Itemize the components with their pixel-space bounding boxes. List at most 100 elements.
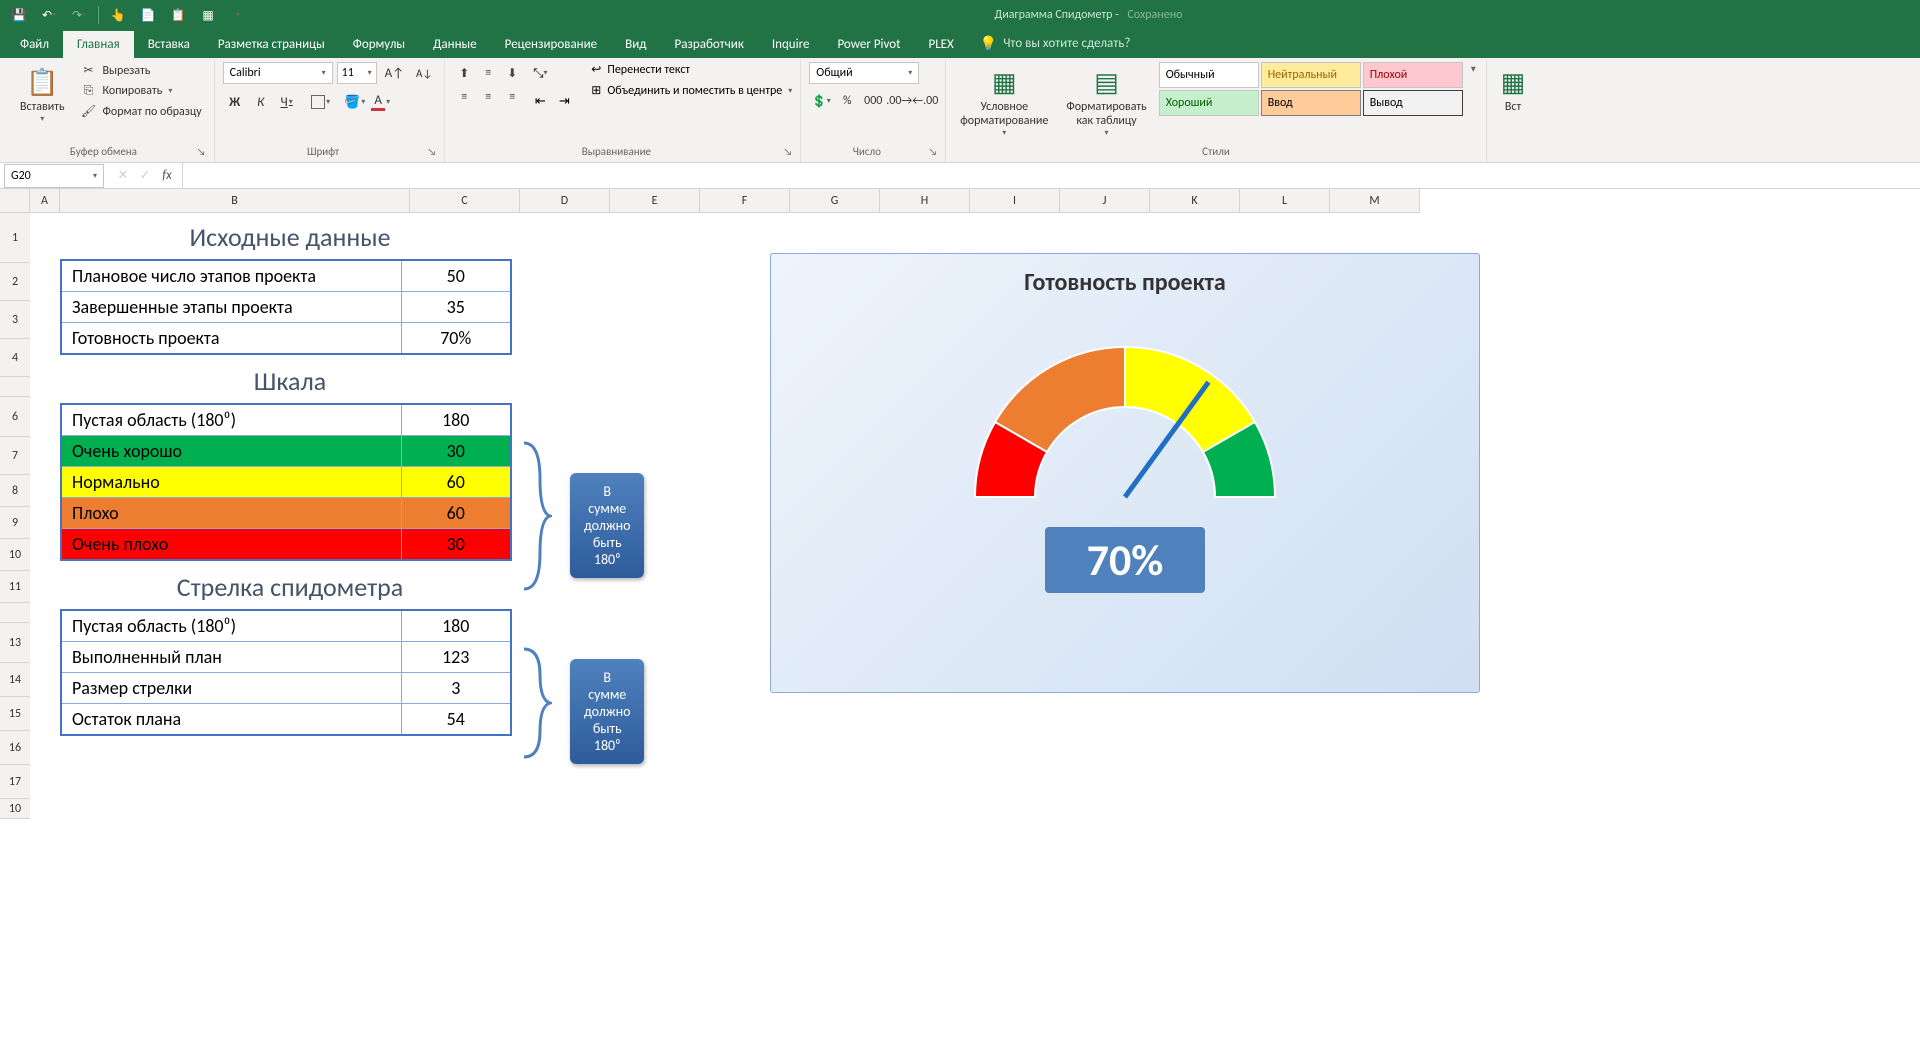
name-box[interactable]: G20▾ <box>4 164 104 188</box>
row-header[interactable] <box>0 377 30 397</box>
dialog-launcher-icon[interactable]: ↘ <box>427 145 436 158</box>
font-size-combo[interactable]: 11▾ <box>337 62 377 84</box>
tab-home[interactable]: Главная <box>63 31 134 58</box>
qat-icon2[interactable]: 📋 <box>165 2 191 28</box>
worksheet[interactable]: A B C D E F G H I J K L M 12346789101113… <box>0 189 1920 1040</box>
col-header[interactable]: I <box>970 189 1060 213</box>
row-header[interactable]: 1 <box>0 213 30 263</box>
row-header[interactable]: 17 <box>0 765 30 799</box>
formula-input[interactable] <box>183 164 1920 188</box>
align-center-icon[interactable]: ≡ <box>477 86 499 108</box>
gauge-chart[interactable]: Готовность проекта 70% <box>770 253 1480 693</box>
row-header[interactable]: 10 <box>0 539 30 571</box>
font-name-combo[interactable]: Calibri▾ <box>223 62 333 84</box>
style-neutral[interactable]: Нейтральный <box>1261 62 1361 88</box>
qat-icon[interactable]: 📄 <box>135 2 161 28</box>
insert-cells-partial[interactable]: ▦ Вст <box>1495 62 1532 118</box>
align-top-icon[interactable]: ⬆ <box>453 62 475 84</box>
tab-inquire[interactable]: Inquire <box>758 31 824 58</box>
tab-plex[interactable]: PLEX <box>914 31 967 58</box>
format-painter-button[interactable]: 🖌Формат по образцу <box>77 103 206 120</box>
tab-file[interactable]: Файл <box>6 31 63 58</box>
comma-format-icon[interactable]: 000 <box>861 90 885 112</box>
font-color-button[interactable]: A▾ <box>369 90 393 114</box>
tab-developer[interactable]: Разработчик <box>660 31 757 58</box>
col-header[interactable]: D <box>520 189 610 213</box>
tab-insert[interactable]: Вставка <box>134 31 204 58</box>
row-header[interactable]: 10 <box>0 799 30 819</box>
copy-button[interactable]: ⎘Копировать ▾ <box>77 83 206 99</box>
row-header[interactable]: 14 <box>0 663 30 697</box>
cell-styles-gallery[interactable]: Обычный Нейтральный Плохой Хороший Ввод … <box>1159 62 1463 116</box>
orientation-icon[interactable]: ⤡▾ <box>529 62 551 84</box>
style-good[interactable]: Хороший <box>1159 90 1259 116</box>
row-header[interactable]: 2 <box>0 263 30 301</box>
undo-icon[interactable]: ↶▾ <box>36 2 62 28</box>
row-header[interactable]: 6 <box>0 397 30 437</box>
increase-font-icon[interactable]: A↑ <box>381 64 408 83</box>
row-header[interactable]: 15 <box>0 697 30 731</box>
col-header[interactable]: H <box>880 189 970 213</box>
col-header[interactable]: F <box>700 189 790 213</box>
align-left-icon[interactable]: ≡ <box>453 86 475 108</box>
select-all-corner[interactable] <box>0 189 30 213</box>
style-normal[interactable]: Обычный <box>1159 62 1259 88</box>
style-bad[interactable]: Плохой <box>1363 62 1463 88</box>
col-header[interactable]: M <box>1330 189 1420 213</box>
row-header[interactable]: 13 <box>0 623 30 663</box>
align-middle-icon[interactable]: ≡ <box>477 62 499 84</box>
decrease-font-icon[interactable]: A↓ <box>412 65 436 82</box>
increase-indent-icon[interactable]: ⇥ <box>553 90 575 112</box>
col-header[interactable]: K <box>1150 189 1240 213</box>
col-header[interactable]: G <box>790 189 880 213</box>
tab-data[interactable]: Данные <box>419 31 491 58</box>
row-header[interactable]: 4 <box>0 339 30 377</box>
row-header[interactable]: 16 <box>0 731 30 765</box>
increase-decimal-icon[interactable]: .00→ <box>887 90 911 112</box>
customize-qat-icon[interactable]: ▾ <box>225 2 251 28</box>
border-button[interactable]: ▾ <box>309 90 333 114</box>
align-right-icon[interactable]: ≡ <box>501 86 523 108</box>
style-output[interactable]: Вывод <box>1363 90 1463 116</box>
row-header[interactable]: 8 <box>0 475 30 507</box>
fill-color-button[interactable]: 🪣▾ <box>343 90 367 114</box>
underline-button[interactable]: Ч▾ <box>275 90 299 114</box>
row-header[interactable]: 9 <box>0 507 30 539</box>
fx-icon[interactable]: fx <box>158 168 176 183</box>
merge-center-button[interactable]: ⊞Объединить и поместить в центре▾ <box>591 83 792 98</box>
row-header[interactable]: 7 <box>0 437 30 475</box>
dialog-launcher-icon[interactable]: ↘ <box>928 145 937 158</box>
redo-icon[interactable]: ↷▾ <box>66 2 92 28</box>
paste-button[interactable]: 📋 Вставить ▾ <box>14 62 71 128</box>
decrease-decimal-icon[interactable]: ←.00 <box>913 90 937 112</box>
dialog-launcher-icon[interactable]: ↘ <box>783 145 792 158</box>
tab-formulas[interactable]: Формулы <box>339 31 419 58</box>
enter-icon[interactable]: ✓ <box>136 168 154 183</box>
align-bottom-icon[interactable]: ⬇ <box>501 62 523 84</box>
row-header[interactable] <box>0 603 30 623</box>
col-header[interactable]: C <box>410 189 520 213</box>
col-header[interactable]: L <box>1240 189 1330 213</box>
tab-powerpivot[interactable]: Power Pivot <box>823 31 914 58</box>
col-header[interactable]: A <box>30 189 60 213</box>
styles-more-icon[interactable]: ▾ <box>1469 62 1478 75</box>
col-header[interactable]: B <box>60 189 410 213</box>
style-input[interactable]: Ввод <box>1261 90 1361 116</box>
wrap-text-button[interactable]: ↩Перенести текст <box>591 62 792 77</box>
row-header[interactable]: 3 <box>0 301 30 339</box>
conditional-formatting-button[interactable]: ▦ Условное форматирование▾ <box>954 62 1054 142</box>
tell-me[interactable]: 💡 Что вы хотите сделать? <box>968 29 1143 58</box>
col-header[interactable]: E <box>610 189 700 213</box>
decrease-indent-icon[interactable]: ⇤ <box>529 90 551 112</box>
italic-button[interactable]: К <box>249 90 273 114</box>
save-icon[interactable]: 💾 <box>6 2 32 28</box>
cancel-icon[interactable]: ✕ <box>114 168 132 183</box>
format-as-table-button[interactable]: ▤ Форматировать как таблицу▾ <box>1060 62 1152 142</box>
touch-mode-icon[interactable]: 👆 <box>105 2 131 28</box>
tab-review[interactable]: Рецензирование <box>491 31 611 58</box>
bold-button[interactable]: Ж <box>223 90 247 114</box>
col-header[interactable]: J <box>1060 189 1150 213</box>
callout-bubble[interactable]: В сумме должно быть 180⁰ <box>570 473 644 578</box>
accounting-format-icon[interactable]: 💲▾ <box>809 90 833 112</box>
tab-view[interactable]: Вид <box>611 31 660 58</box>
